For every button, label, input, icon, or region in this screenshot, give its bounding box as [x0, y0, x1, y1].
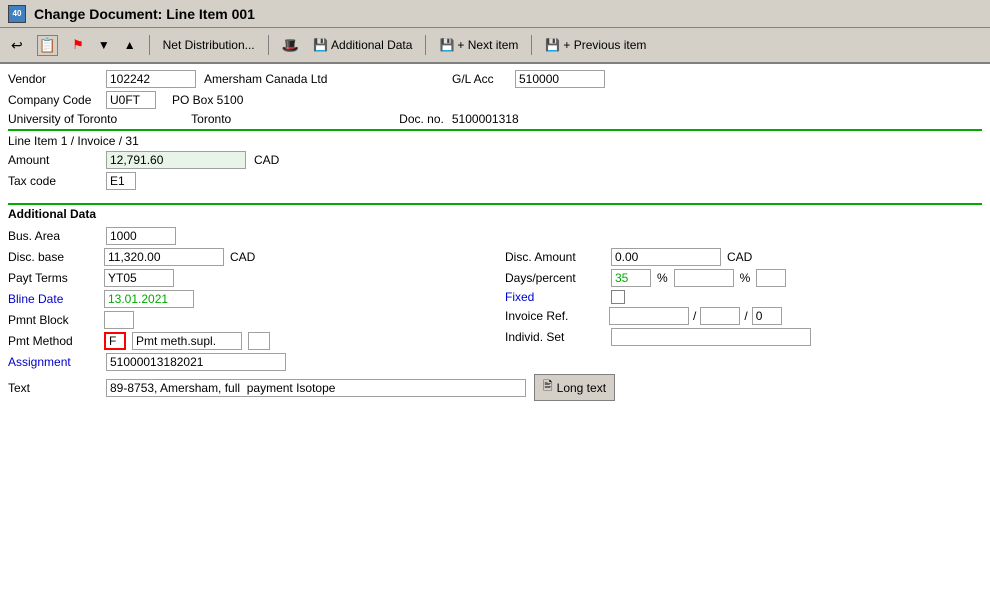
tax-code-label: Tax code	[8, 174, 98, 188]
pct-symbol-2: %	[740, 271, 751, 285]
additional-data-label: Additional Data	[331, 38, 412, 52]
back-button[interactable]: ↩	[6, 34, 28, 57]
fixed-label[interactable]: Fixed	[505, 290, 605, 304]
net-dist-label: Net Distribution...	[163, 38, 255, 52]
gl-acc-label: G/L Acc	[452, 72, 507, 86]
bline-date-input[interactable]	[104, 290, 194, 308]
next-item-label: + Next item	[457, 38, 518, 52]
line-item-info: Line Item 1 / Invoice / 31	[8, 134, 139, 148]
copy-button[interactable]: 📋	[32, 32, 63, 59]
disc-amount-label: Disc. Amount	[505, 250, 605, 264]
payt-terms-input[interactable]	[104, 269, 174, 287]
invoice-ref-mid-input[interactable]	[700, 307, 740, 325]
disc-base-input[interactable]	[104, 248, 224, 266]
arrow-up-button[interactable]: ▲	[119, 35, 141, 55]
hat-icon-button[interactable]: 🎩	[277, 34, 304, 57]
po-box: PO Box 5100	[172, 93, 243, 107]
separator-2	[268, 35, 269, 55]
gl-acc-input[interactable]	[515, 70, 605, 88]
fixed-checkbox[interactable]	[611, 290, 625, 304]
pmnt-block-input[interactable]	[104, 311, 134, 329]
additional-data-button[interactable]: 💾 Additional Data	[308, 35, 417, 55]
doc-no-label: Doc. no.	[399, 112, 444, 126]
days-input[interactable]	[611, 269, 651, 287]
company-code-label: Company Code	[8, 93, 98, 107]
long-text-icon: 🖹	[543, 377, 553, 398]
invoice-ref-end-input[interactable]	[752, 307, 782, 325]
assignment-input[interactable]	[106, 353, 286, 371]
disc-base-label: Disc. base	[8, 250, 98, 264]
percent-input[interactable]	[674, 269, 734, 287]
long-text-label: Long text	[557, 381, 606, 395]
invoice-ref-label: Invoice Ref.	[505, 309, 605, 323]
vendor-name: Amersham Canada Ltd	[204, 72, 364, 86]
separator-3	[425, 35, 426, 55]
disc-base-currency: CAD	[230, 250, 260, 264]
pmnt-block-label: Pmnt Block	[8, 313, 98, 327]
pmt-method-desc-input[interactable]	[132, 332, 242, 350]
payt-terms-label: Payt Terms	[8, 271, 98, 285]
vendor-input[interactable]	[106, 70, 196, 88]
days-percent-label: Days/percent	[505, 271, 605, 285]
bus-area-label: Bus. Area	[8, 229, 98, 243]
title-bar: 40 Change Document: Line Item 001	[0, 0, 990, 28]
tax-code-input[interactable]	[106, 172, 136, 190]
pct-symbol-1: %	[657, 271, 668, 285]
additional-data-icon: 💾	[313, 38, 328, 52]
invoice-ref-input[interactable]	[609, 307, 689, 325]
pmt-method-code-input[interactable]	[104, 332, 126, 350]
copy-icon: 📋	[37, 35, 58, 56]
prev-item-icon: 💾	[545, 38, 560, 52]
previous-item-label: + Previous item	[563, 38, 646, 52]
arrow-down-button[interactable]: ▼	[93, 35, 115, 55]
amount-input[interactable]	[106, 151, 246, 169]
arrow-down-icon: ▼	[98, 38, 110, 52]
vendor-label: Vendor	[8, 72, 98, 86]
pmt-method-label: Pmt Method	[8, 334, 98, 348]
separator-4	[531, 35, 532, 55]
amount-currency: CAD	[254, 153, 284, 167]
page-title: Change Document: Line Item 001	[34, 6, 255, 22]
bus-area-input[interactable]	[106, 227, 176, 245]
long-text-button[interactable]: 🖹 Long text	[534, 374, 615, 401]
bline-date-label[interactable]: Bline Date	[8, 292, 98, 306]
line-item-divider	[8, 129, 982, 131]
separator-1	[149, 35, 150, 55]
main-content: Vendor Amersham Canada Ltd G/L Acc Compa…	[0, 64, 990, 600]
individ-set-label: Individ. Set	[505, 330, 605, 344]
disc-amount-input[interactable]	[611, 248, 721, 266]
additional-data-header: Additional Data	[8, 203, 982, 223]
flag-red-button[interactable]: ⚑	[67, 34, 89, 56]
text-input[interactable]	[106, 379, 526, 397]
university: University of Toronto	[8, 112, 117, 126]
next-item-icon: 💾	[439, 38, 454, 52]
app-icon: 40	[8, 5, 26, 23]
hat-icon: 🎩	[282, 37, 299, 54]
city: Toronto	[191, 112, 311, 126]
flag-red-icon: ⚑	[72, 37, 84, 53]
next-item-button[interactable]: 💾 + Next item	[434, 35, 523, 55]
back-icon: ↩	[11, 37, 23, 54]
toolbar: ↩ 📋 ⚑ ▼ ▲ Net Distribution... 🎩 💾 Additi…	[0, 28, 990, 64]
pmt-method-extra-input[interactable]	[248, 332, 270, 350]
net-distribution-button[interactable]: Net Distribution...	[158, 35, 260, 55]
amount-label: Amount	[8, 153, 98, 167]
company-code-input[interactable]	[106, 91, 156, 109]
individ-set-input[interactable]	[611, 328, 811, 346]
disc-amount-currency: CAD	[727, 250, 757, 264]
arrow-up-icon: ▲	[124, 38, 136, 52]
previous-item-button[interactable]: 💾 + Previous item	[540, 35, 651, 55]
text-label: Text	[8, 381, 98, 395]
assignment-label[interactable]: Assignment	[8, 355, 98, 369]
percent-extra-input[interactable]	[756, 269, 786, 287]
doc-no-value: 5100001318	[452, 112, 519, 126]
